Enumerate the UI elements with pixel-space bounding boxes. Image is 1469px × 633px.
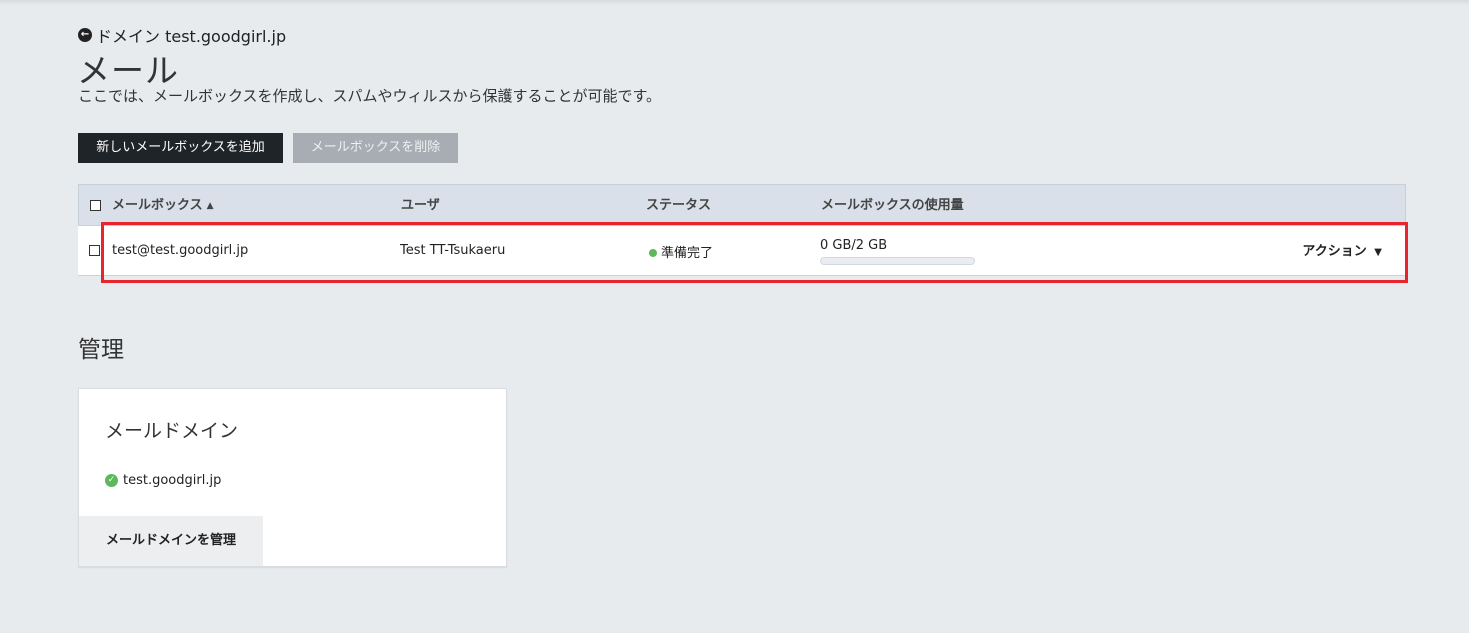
- mail-domain-card: メールドメイン ✓ test.goodgirl.jp メールドメインを管理: [78, 388, 507, 567]
- mailbox-usage-bar: [820, 257, 975, 265]
- status-dot-icon: [649, 249, 657, 257]
- check-circle-icon: ✓: [105, 474, 118, 487]
- column-header-user[interactable]: ユーザ: [401, 185, 440, 225]
- page-description: ここでは、メールボックスを作成し、スパムやウィルスから保護することが可能です。: [78, 87, 662, 105]
- column-header-mailbox-label: メールボックス: [112, 198, 203, 213]
- column-header-status[interactable]: ステータス: [646, 185, 711, 225]
- actions-dropdown[interactable]: アクション ▼: [1302, 240, 1382, 259]
- management-section-title: 管理: [78, 337, 124, 363]
- row-checkbox[interactable]: [89, 245, 100, 256]
- caret-down-icon: ▼: [1374, 247, 1382, 258]
- arrow-left-circle-icon: ←: [78, 28, 92, 42]
- table-header: メールボックス ▲ ユーザ ステータス メールボックスの使用量: [78, 184, 1406, 226]
- page: ← ドメイン test.goodgirl.jp メール ここでは、メールボックス…: [0, 0, 1469, 633]
- select-all-checkbox[interactable]: [90, 200, 101, 211]
- table-row: test@test.goodgirl.jp Test TT-Tsukaeru 準…: [78, 226, 1406, 276]
- mail-domain-name: test.goodgirl.jp: [123, 473, 222, 488]
- actions-dropdown-label: アクション: [1302, 244, 1367, 259]
- mail-domain-card-title: メールドメイン: [105, 420, 239, 442]
- mail-domain-item: ✓ test.goodgirl.jp: [105, 473, 221, 488]
- top-shadow: [0, 0, 1469, 5]
- mailbox-table: メールボックス ▲ ユーザ ステータス メールボックスの使用量 test@test…: [78, 184, 1406, 276]
- mailbox-status-label: 準備完了: [661, 246, 714, 261]
- mailbox-usage-text: 0 GB/2 GB: [820, 238, 888, 253]
- caret-up-icon: ▲: [206, 201, 214, 211]
- manage-mail-domain-button[interactable]: メールドメインを管理: [79, 516, 263, 566]
- add-mailbox-button[interactable]: 新しいメールボックスを追加: [78, 133, 283, 163]
- delete-mailbox-button[interactable]: メールボックスを削除: [293, 133, 458, 163]
- mailbox-status: 準備完了: [649, 242, 713, 261]
- mailbox-user: Test TT-Tsukaeru: [400, 243, 506, 258]
- mailbox-address[interactable]: test@test.goodgirl.jp: [112, 243, 248, 258]
- column-header-usage[interactable]: メールボックスの使用量: [821, 185, 964, 225]
- column-header-mailbox[interactable]: メールボックス ▲: [112, 185, 214, 225]
